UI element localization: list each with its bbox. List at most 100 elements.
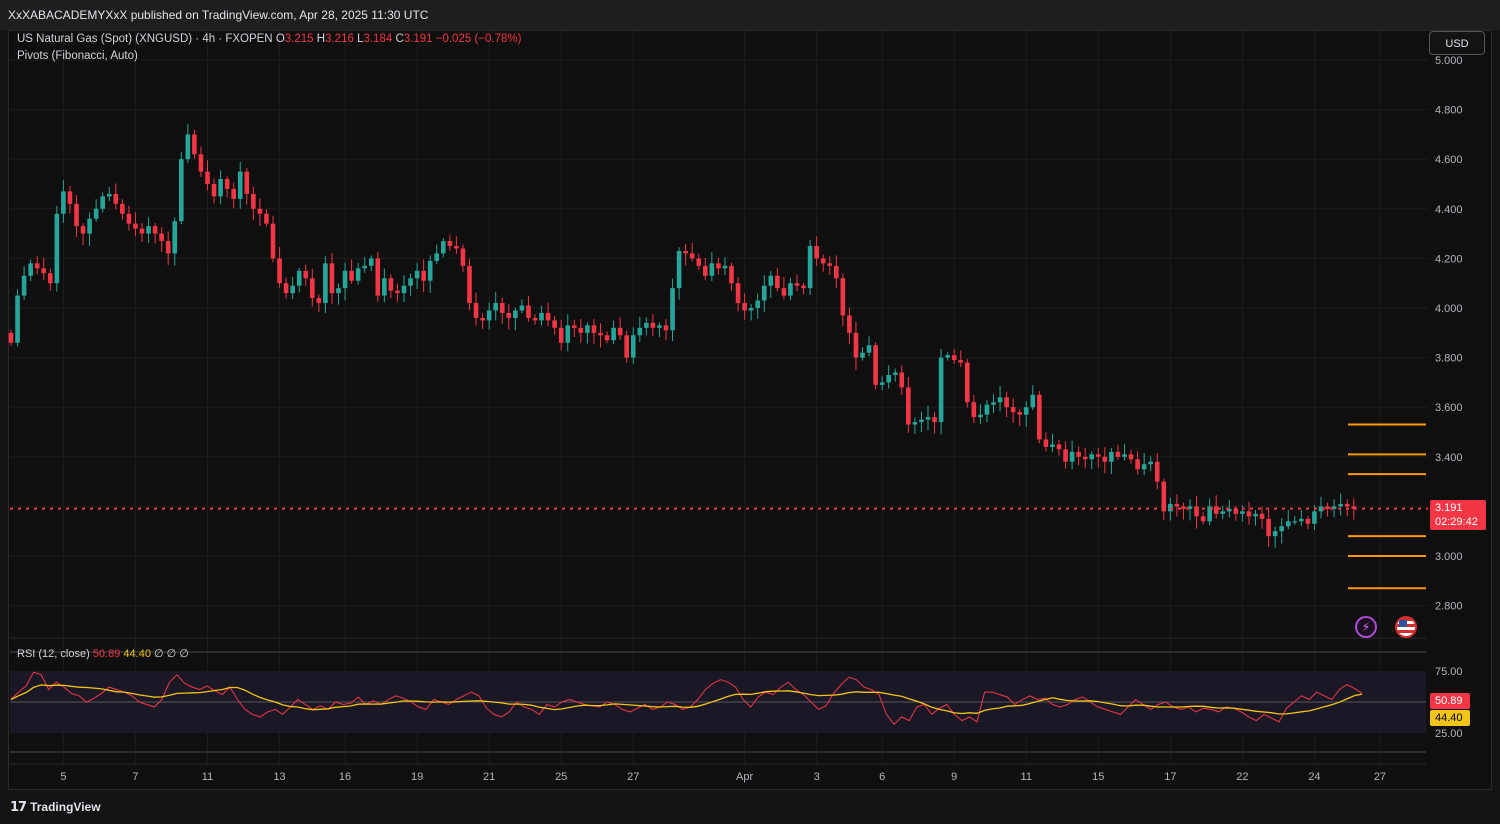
candle: [932, 411, 937, 434]
candle: [421, 259, 426, 293]
lightning-icon[interactable]: ⚡: [1355, 616, 1377, 638]
candle-body: [1220, 511, 1226, 514]
candle: [991, 394, 996, 414]
price-tick-label: 4.000: [1435, 303, 1463, 315]
candle-body: [1141, 464, 1147, 470]
candle: [1043, 432, 1049, 452]
open-label: O: [275, 33, 285, 45]
footer-brand[interactable]: 𝟭𝟳 TradingView: [10, 799, 101, 815]
candle: [794, 274, 800, 291]
candle: [368, 255, 374, 272]
candle: [860, 347, 865, 361]
candle-body: [1148, 461, 1153, 465]
candle: [1148, 456, 1153, 472]
candle: [526, 295, 531, 322]
candle: [703, 257, 708, 281]
candle: [41, 257, 47, 281]
candle-body: [28, 263, 33, 276]
time-tick-label: 13: [273, 771, 285, 783]
candle-body: [1109, 451, 1114, 462]
candle: [460, 244, 466, 272]
candle: [840, 273, 846, 327]
candle-body: [709, 263, 715, 276]
candle: [820, 254, 826, 272]
rsi-level-label: 75.00: [1435, 666, 1463, 678]
candle: [768, 271, 774, 298]
candle-body: [683, 250, 688, 254]
candle-body: [1096, 454, 1101, 457]
candle-body: [866, 345, 872, 353]
candle-body: [198, 154, 204, 172]
symbol-legend[interactable]: US Natural Gas (Spot) (XNGUSD) · 4h · FX…: [17, 33, 521, 45]
candle-body: [15, 295, 20, 343]
candle-body: [696, 258, 702, 266]
candle-body: [8, 332, 14, 343]
candle-body: [447, 241, 453, 246]
candle: [1325, 502, 1330, 517]
footer-brand-label: TradingView: [30, 800, 101, 814]
candle: [565, 314, 571, 352]
candle-body: [80, 226, 86, 234]
indicator-legend[interactable]: Pivots (Fibonacci, Auto): [17, 50, 138, 62]
candle: [676, 247, 682, 300]
candle: [1305, 515, 1311, 530]
candle-body: [257, 208, 263, 214]
candle: [519, 299, 525, 314]
candle: [637, 316, 643, 343]
candle: [28, 259, 33, 282]
candle-body: [1004, 397, 1009, 408]
rsi-legend[interactable]: RSI (12, close) 50.89 44.40 ∅ ∅ ∅: [17, 647, 189, 660]
candle-body: [375, 258, 381, 296]
candle: [827, 256, 833, 276]
candle: [1174, 494, 1180, 517]
rsi-value: 50.89: [92, 648, 121, 660]
candle-body: [604, 335, 610, 341]
candle: [126, 205, 132, 231]
candle-body: [277, 258, 282, 284]
candle-body: [670, 288, 675, 331]
candle-body: [513, 310, 518, 318]
candle-body: [1312, 511, 1317, 524]
candle-body: [133, 223, 138, 229]
candle: [133, 212, 138, 237]
rsi-extras: ∅ ∅ ∅: [154, 648, 189, 660]
candle: [657, 322, 662, 338]
candle: [611, 320, 616, 344]
candle-body: [768, 275, 774, 286]
candle: [296, 267, 302, 293]
candle-body: [1089, 454, 1095, 460]
rsi-value-tag: 50.89: [1430, 693, 1470, 709]
candle-body: [892, 372, 898, 375]
candle-body: [755, 300, 760, 308]
candle-body: [1259, 513, 1265, 519]
candle: [441, 238, 446, 258]
candle-body: [919, 419, 924, 423]
candle-body: [427, 260, 433, 281]
candle: [480, 313, 485, 329]
candle-body: [991, 402, 996, 405]
time-axis: 5 7 11 13 16 19 21 25 27 Apr 3 6 9 11 15 17 22 24 27: [10, 763, 1426, 783]
candle-body: [689, 253, 695, 259]
currency-button[interactable]: USD: [1429, 31, 1485, 55]
chart-canvas[interactable]: 5.000 4.800 4.600 4.400 4.200 4.000 3.800 3.600…: [0, 0, 1500, 824]
candle: [1004, 391, 1009, 418]
candle-body: [938, 357, 944, 423]
candle: [1076, 446, 1081, 466]
candle-body: [473, 303, 479, 318]
candle-body: [1063, 449, 1068, 462]
close-label: C: [395, 33, 404, 45]
high-value: 3.216: [325, 33, 354, 45]
candle: [486, 302, 492, 330]
candle-body: [761, 285, 767, 301]
candle-body: [1279, 526, 1284, 532]
candle: [139, 223, 145, 243]
candle-body: [1240, 511, 1245, 514]
candle: [1082, 448, 1088, 469]
open-value: 3.215: [284, 33, 314, 45]
candle-body: [401, 285, 407, 294]
candle: [1063, 441, 1068, 469]
us-flag-icon[interactable]: [1395, 616, 1417, 638]
candle-body: [578, 327, 584, 333]
candle: [1154, 452, 1160, 490]
candle-body: [1037, 394, 1042, 440]
